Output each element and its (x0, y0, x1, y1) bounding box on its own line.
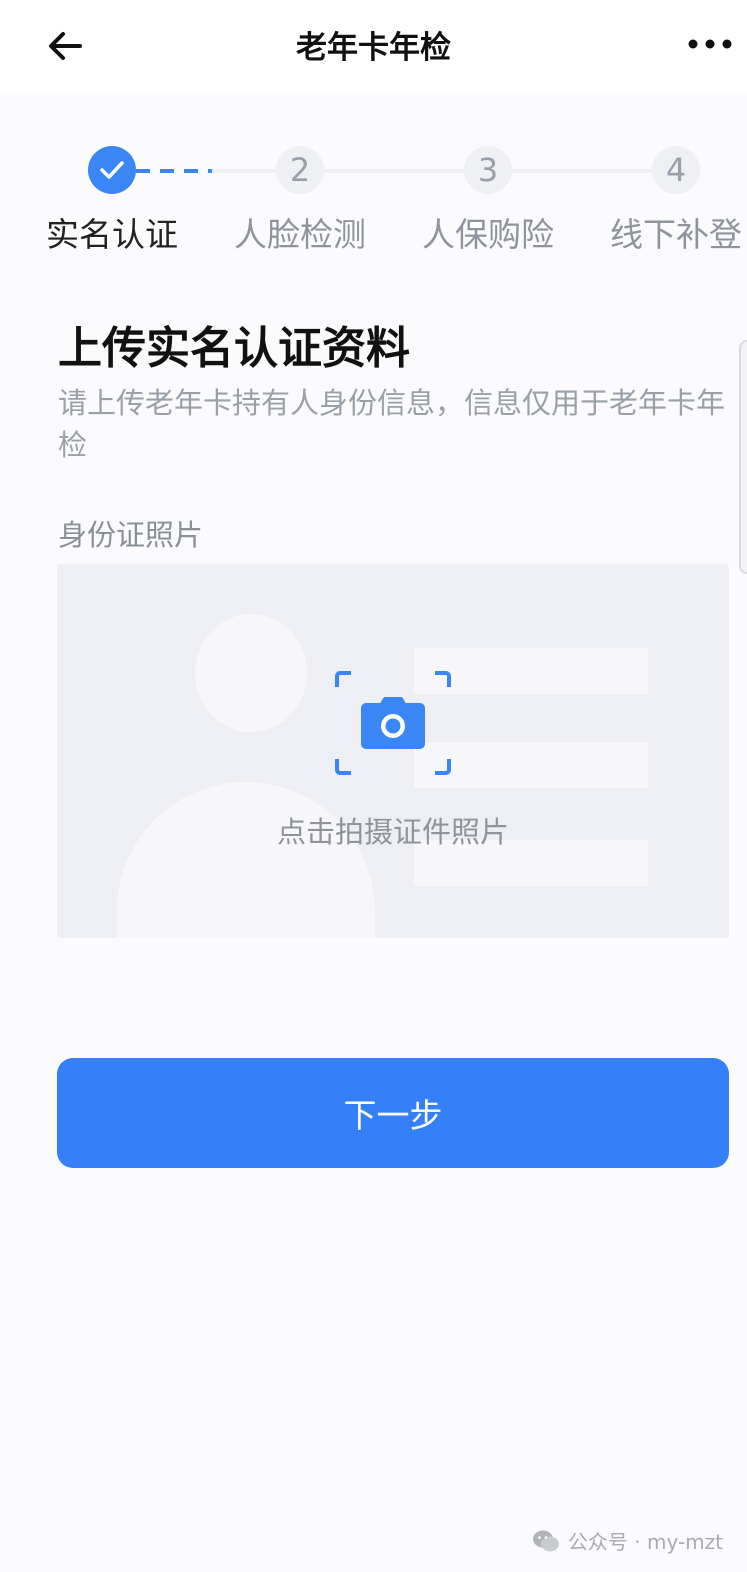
watermark: 公众号 · my-mzt (532, 1526, 723, 1555)
id-photo-upload[interactable]: 点击拍摄证件照片 (57, 564, 729, 938)
step-2: 2 人脸检测 (210, 146, 390, 256)
id-photo-label: 身份证照片 (58, 518, 204, 552)
progress-stepper: 实名认证 2 人脸检测 3 人保购险 4 线下补登 (0, 92, 747, 272)
step-3-label: 人保购险 (422, 215, 554, 254)
placeholder-avatar-body (117, 782, 375, 938)
frame-corner (435, 759, 451, 775)
upload-hint: 点击拍摄证件照片 (276, 815, 509, 849)
camera-button[interactable] (335, 671, 451, 775)
step-4-label: 线下补登 (610, 215, 742, 254)
section-title: 上传实名认证资料 (58, 323, 410, 374)
frame-corner (435, 671, 451, 687)
step-2-number: 2 (276, 146, 324, 194)
watermark-text: 公众号 · my-mzt (567, 1530, 723, 1554)
step-3-number: 3 (464, 146, 512, 194)
page-title: 老年卡年检 (296, 30, 451, 66)
step-2-label: 人脸检测 (234, 215, 366, 254)
more-icon (688, 39, 732, 49)
next-step-button[interactable]: 下一步 (57, 1058, 729, 1168)
side-scroll-handle[interactable] (739, 340, 747, 574)
more-button[interactable] (685, 26, 735, 62)
step-4: 4 线下补登 (586, 146, 747, 256)
step-3: 3 人保购险 (398, 146, 578, 256)
wechat-icon (532, 1530, 559, 1551)
step-1-circle (88, 146, 136, 194)
frame-corner (335, 671, 351, 687)
frame-corner (335, 759, 351, 775)
step-4-number: 4 (652, 146, 700, 194)
camera-icon (361, 697, 425, 749)
page: 老年卡年检 实名认证 2 人脸检测 3 人保购险 4 线下补登 上传实名认证资料… (0, 0, 747, 1572)
step-1: 实名认证 (22, 146, 202, 256)
section-description: 请上传老年卡持有人身份信息，信息仅用于老年卡年检 (58, 386, 726, 462)
navbar: 老年卡年检 (0, 0, 747, 92)
step-1-label: 实名认证 (46, 215, 178, 254)
check-icon (100, 161, 124, 179)
placeholder-avatar-head (195, 614, 307, 732)
